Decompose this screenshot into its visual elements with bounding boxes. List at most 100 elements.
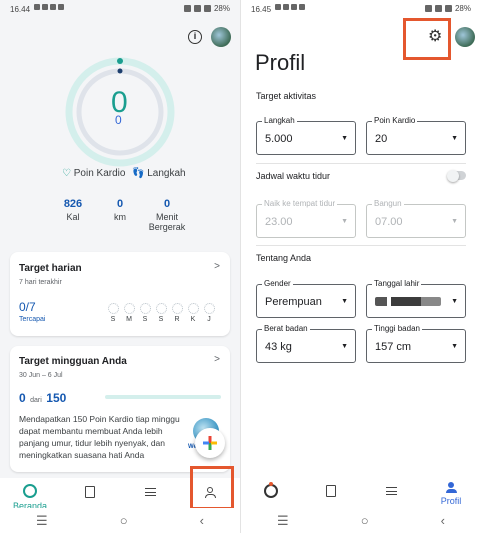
shoe-icon: 👣	[132, 168, 145, 179]
recents-icon[interactable]: ☰	[36, 513, 48, 529]
wake-time-label: Bangun	[372, 199, 404, 208]
system-icons: 28%	[183, 4, 230, 13]
dropdown-arrow-icon: ▼	[451, 135, 458, 142]
wake-time-value: 07.00	[375, 216, 403, 228]
signal-icon	[203, 5, 211, 12]
status-time: 16.45	[251, 5, 272, 14]
dropdown-arrow-icon: ▼	[341, 298, 348, 305]
divider	[256, 163, 466, 164]
weight-select[interactable]: Berat badan 43 kg ▼	[256, 324, 356, 363]
day-ring-icon	[139, 303, 151, 314]
highlight-settings	[403, 18, 451, 60]
day-item: S	[138, 303, 152, 323]
home-circle-icon[interactable]: ○	[120, 513, 128, 528]
info-icon[interactable]: i	[188, 30, 202, 44]
weekly-goal-title: Target mingguan Anda	[19, 356, 127, 367]
legend-steps-label: Langkah	[147, 168, 186, 179]
gender-select[interactable]: Gender Perempuan ▼	[256, 279, 356, 318]
weekly-description: Mendapatkan 150 Poin Kardio tiap minggu …	[19, 414, 180, 460]
steps-goal-select[interactable]: Langkah 5.000 ▼	[256, 116, 356, 155]
avatar[interactable]	[455, 27, 475, 47]
toggle-knob	[447, 169, 459, 182]
steps-value: 0	[115, 113, 122, 127]
day-label: K	[190, 316, 196, 323]
weekly-progress: 0 dari 150	[19, 389, 66, 407]
sleep-schedule-toggle[interactable]	[447, 169, 466, 182]
heart-icon: ♡	[62, 168, 71, 179]
stat-calories-label: Kal	[66, 212, 80, 222]
day-ring-icon	[107, 303, 119, 314]
daily-achieved-label: Tercapai	[19, 316, 46, 323]
legend-cardio-label: Poin Kardio	[73, 168, 126, 179]
back-icon[interactable]: ‹	[441, 513, 445, 528]
page-title: Profil	[255, 50, 306, 75]
notification-dot	[269, 482, 273, 486]
daily-goal-subtitle: 7 hari terakhir	[19, 279, 62, 286]
weight-label: Berat badan	[262, 324, 310, 333]
day-item: K	[186, 303, 200, 323]
stat-calories-value: 826	[63, 198, 83, 210]
list-icon	[144, 488, 156, 496]
daily-goal-title: Target harian	[19, 263, 82, 274]
cardio-goal-value: 20	[375, 133, 388, 145]
profile-icon	[445, 482, 457, 494]
add-fab-button[interactable]	[195, 428, 225, 458]
home-ring-icon	[23, 484, 37, 498]
legend-steps: 👣 Langkah	[132, 168, 186, 179]
stat-move-minutes-value: 0	[163, 198, 171, 210]
home-circle-icon[interactable]: ○	[361, 513, 369, 528]
day-ring-icon	[171, 303, 183, 314]
birth-date-select[interactable]: Tanggal lahir ▼	[366, 279, 466, 318]
home-ring-icon	[264, 482, 278, 498]
day-label: S	[158, 316, 164, 323]
home-screen: 16.44 28% i 0 0 ♡ Poin Kardio 👣 Langkah …	[0, 0, 240, 533]
avatar[interactable]	[211, 27, 231, 47]
about-heading: Tentang Anda	[256, 253, 312, 263]
daily-goal-card[interactable]: Target harian 7 hari terakhir > 0/7 Terc…	[10, 252, 230, 336]
height-label: Tinggi badan	[372, 324, 422, 333]
stat-distance: 0 km	[96, 198, 144, 222]
height-value: 157 cm	[375, 341, 412, 353]
dropdown-arrow-icon: ▼	[341, 135, 348, 142]
stat-move-minutes-label: Menit Bergerak	[148, 212, 186, 232]
dropdown-arrow-icon: ▼	[451, 298, 458, 305]
daily-goal-days: S M S S R K J	[106, 303, 216, 323]
status-time: 16.44	[10, 5, 31, 14]
gender-label: Gender	[262, 279, 293, 288]
day-ring-icon	[155, 303, 167, 314]
weekly-progress-track	[105, 395, 221, 399]
android-nav-bar: ☰ ○ ‹	[0, 508, 240, 533]
stat-distance-label: km	[114, 212, 126, 222]
day-label: M	[126, 316, 132, 323]
journal-icon	[85, 486, 95, 498]
notification-icons	[34, 4, 64, 10]
weekly-progress-of: dari	[30, 397, 42, 404]
journal-icon	[326, 485, 336, 497]
dropdown-arrow-icon: ▼	[451, 343, 458, 350]
weight-value: 43 kg	[265, 341, 292, 353]
day-ring-icon	[123, 303, 135, 314]
birth-date-label: Tanggal lahir	[372, 279, 422, 288]
steps-ring-marker	[117, 68, 123, 74]
mute-icon	[183, 5, 191, 12]
day-label: S	[142, 316, 148, 323]
status-bar: 16.44 28%	[0, 0, 240, 18]
bedtime-value: 23.00	[265, 216, 293, 228]
recents-icon[interactable]: ☰	[277, 513, 289, 529]
divider	[256, 245, 466, 246]
back-icon[interactable]: ‹	[200, 513, 204, 528]
system-icons: 28%	[424, 4, 471, 13]
height-select[interactable]: Tinggi badan 157 cm ▼	[366, 324, 466, 363]
steps-goal-label: Langkah	[262, 116, 297, 125]
dropdown-arrow-icon: ▼	[341, 218, 348, 225]
activity-heading: Target aktivitas	[256, 91, 317, 101]
day-label: S	[110, 316, 116, 323]
dropdown-arrow-icon: ▼	[451, 218, 458, 225]
weekly-goal-range: 30 Jun – 6 Jul	[19, 372, 63, 379]
steps-goal-value: 5.000	[265, 133, 293, 145]
mute-icon	[424, 5, 432, 12]
day-item: S	[154, 303, 168, 323]
day-ring-icon	[203, 303, 215, 314]
cardio-goal-select[interactable]: Poin Kardio 20 ▼	[366, 116, 466, 155]
android-nav-bar: ☰ ○ ‹	[241, 508, 480, 533]
